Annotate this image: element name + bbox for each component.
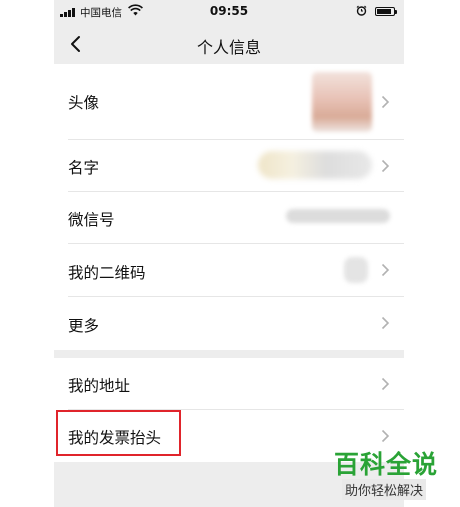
alarm-icon [356,5,367,16]
chevron-right-icon [381,159,390,173]
row-label: 名字 [68,159,100,177]
chevron-right-icon [381,316,390,330]
row-label: 微信号 [68,211,115,229]
clock: 09:55 [209,4,249,18]
row-label: 我的二维码 [68,264,146,282]
profile-settings-group: 头像 名字 微信号 我的二维码 更多 [54,64,404,350]
watermark-subtitle: 助你轻松解决 [342,479,427,500]
avatar[interactable] [312,72,372,132]
battery-icon [375,7,397,16]
watermark: 百科全说 助你轻松解决 [334,445,448,503]
chevron-right-icon [381,377,390,391]
row-label: 头像 [68,94,100,112]
status-bar: 中国电信 09:55 [54,0,404,24]
qr-code-icon [344,257,368,283]
row-name[interactable]: 名字 [54,140,404,192]
page-title: 个人信息 [196,38,261,57]
row-my-address[interactable]: 我的地址 [54,358,404,410]
highlight-box [56,410,181,456]
row-label: 更多 [68,317,100,335]
battery-level [377,9,391,14]
chevron-right-icon [381,429,390,443]
chevron-right-icon [381,95,390,109]
name-value-blurred [258,151,372,179]
nav-bar: 个人信息 [54,24,404,64]
phone-screen: 中国电信 09:55 个人信息 头像 名字 微信号 我的二维码 更多 我的地址 … [54,0,404,507]
chevron-right-icon [381,263,390,277]
right-margin [404,0,460,507]
row-qr-code[interactable]: 我的二维码 [54,244,404,297]
row-avatar[interactable]: 头像 [54,64,404,140]
row-wechat-id[interactable]: 微信号 [54,192,404,244]
watermark-title: 百科全说 [334,450,439,479]
wechat-id-value-blurred [286,209,390,223]
row-more[interactable]: 更多 [54,297,404,350]
row-label: 我的地址 [68,377,131,395]
left-margin [0,0,54,507]
